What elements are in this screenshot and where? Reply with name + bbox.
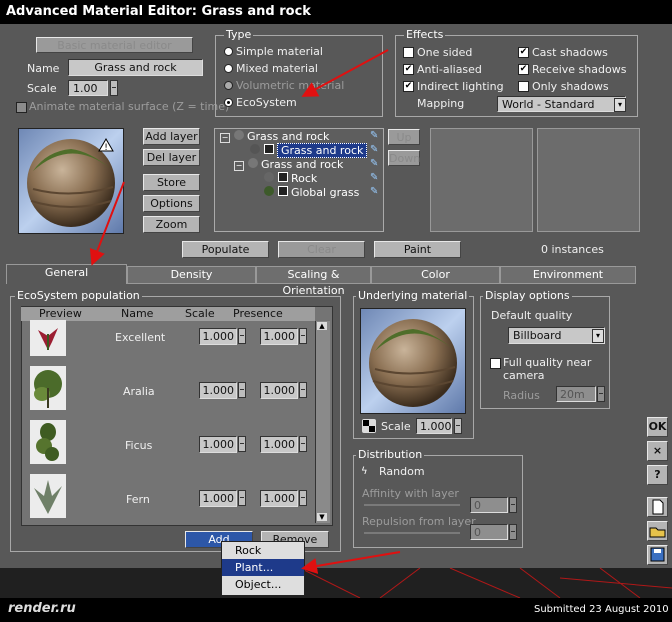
footer-logo: render.ru [8,601,76,616]
arrow-plant [301,551,401,574]
annotation-arrows [89,49,401,574]
arrow-ecosystem [301,49,389,97]
arrow-general-tab [89,181,125,266]
submitted-date: Submitted 23 August 2010 [534,604,669,615]
